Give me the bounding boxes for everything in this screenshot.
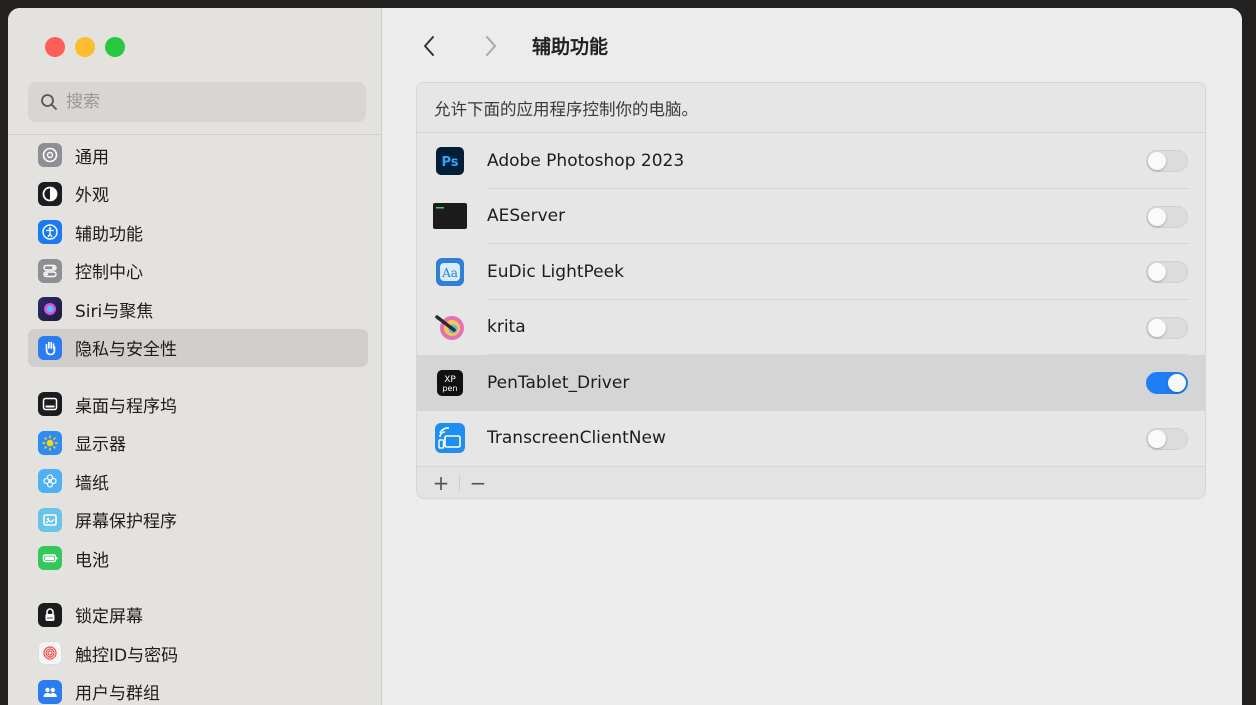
control-center-icon	[38, 258, 62, 283]
sidebar-item-privacy[interactable]: 隐私与安全性	[28, 328, 368, 367]
add-button[interactable]: +	[429, 471, 453, 495]
screensaver-icon	[38, 507, 62, 532]
app-row-photoshop[interactable]: Ps Adobe Photoshop 2023	[417, 133, 1205, 189]
sidebar-item-appearance[interactable]: 外观	[28, 175, 368, 214]
svg-text:pen: pen	[442, 384, 457, 393]
fingerprint-icon	[38, 641, 62, 666]
xppen-icon: XP pen	[433, 366, 467, 400]
panel-description: 允许下面的应用程序控制你的电脑。	[417, 83, 1205, 133]
minimize-button[interactable]	[75, 37, 95, 57]
sidebar-divider	[8, 134, 381, 135]
sidebar-item-label: 辅助功能	[75, 224, 143, 245]
sidebar-item-label: 墙纸	[75, 473, 109, 494]
search-field[interactable]	[28, 82, 366, 122]
app-name: EuDic LightPeek	[487, 261, 624, 282]
photoshop-icon: Ps	[433, 144, 467, 178]
apps-panel: 允许下面的应用程序控制你的电脑。 Ps Adobe Photoshop 2023…	[416, 82, 1206, 499]
app-row-transcreen[interactable]: TranscreenClientNew	[417, 411, 1205, 467]
brightness-icon	[38, 430, 62, 455]
app-row-eudic[interactable]: Aa EuDic LightPeek	[417, 244, 1205, 300]
sidebar-item-label: 桌面与程序坞	[75, 396, 177, 417]
siri-icon	[38, 297, 62, 322]
permission-toggle[interactable]	[1146, 261, 1188, 283]
sidebar-item-label: 锁定屏幕	[75, 607, 143, 628]
terminal-icon	[433, 199, 467, 233]
sidebar-item-siri[interactable]: Siri与聚焦	[28, 290, 368, 329]
sidebar-item-control-center[interactable]: 控制中心	[28, 252, 368, 291]
sidebar-item-label: 用户与群组	[75, 684, 160, 705]
sidebar-item-lock-screen[interactable]: 锁定屏幕	[28, 596, 368, 635]
permission-toggle[interactable]	[1146, 316, 1188, 339]
search-input[interactable]	[66, 92, 346, 112]
sidebar-item-label: 显示器	[75, 435, 126, 456]
hand-icon	[38, 335, 62, 360]
permission-toggle[interactable]	[1146, 372, 1188, 394]
app-name: krita	[487, 317, 526, 338]
sidebar-item-label: 控制中心	[75, 263, 143, 284]
lock-icon	[38, 602, 62, 627]
sidebar-item-label: 外观	[75, 186, 109, 207]
back-button[interactable]	[418, 33, 440, 59]
permission-toggle[interactable]	[1146, 150, 1188, 172]
svg-text:Ps: Ps	[441, 155, 458, 170]
dock-icon	[38, 392, 62, 417]
footer-divider	[459, 473, 460, 492]
eudic-icon: Aa	[433, 255, 467, 289]
flower-icon	[38, 469, 62, 494]
sidebar-item-touch-id[interactable]: 触控ID与密码	[28, 634, 368, 673]
remove-button[interactable]: −	[466, 471, 490, 495]
permission-toggle[interactable]	[1146, 205, 1188, 228]
sidebar: 通用 外观 辅助功能 控制中心	[8, 8, 382, 705]
search-icon	[41, 94, 57, 110]
users-icon	[38, 679, 62, 704]
sidebar-list: 通用 外观 辅助功能 控制中心 Siri与聚焦 隐私与安全性 桌面与程序坞 显示…	[28, 136, 368, 705]
sidebar-item-accessibility[interactable]: 辅助功能	[28, 213, 368, 252]
close-button[interactable]	[45, 37, 65, 57]
app-row-krita[interactable]: krita	[417, 300, 1205, 356]
accessibility-icon	[38, 220, 62, 245]
sidebar-item-desktop-dock[interactable]: 桌面与程序坞	[28, 385, 368, 424]
transcreen-icon	[433, 421, 467, 455]
sidebar-item-label: 隐私与安全性	[75, 340, 177, 361]
krita-icon	[433, 310, 467, 344]
appearance-icon	[38, 181, 62, 206]
app-row-aeserver[interactable]: AEServer	[417, 189, 1205, 245]
sidebar-item-label: Siri与聚焦	[75, 301, 154, 322]
sidebar-item-battery[interactable]: 电池	[28, 539, 368, 578]
forward-button[interactable]	[480, 33, 502, 59]
app-row-pentablet[interactable]: XP pen PenTablet_Driver	[417, 355, 1205, 411]
sidebar-item-label: 屏幕保护程序	[75, 512, 177, 533]
app-name: AEServer	[487, 206, 566, 227]
battery-icon	[38, 546, 62, 571]
sidebar-item-general[interactable]: 通用	[28, 136, 368, 175]
gear-icon	[38, 143, 62, 168]
app-name: Adobe Photoshop 2023	[487, 150, 685, 171]
sidebar-item-label: 触控ID与密码	[75, 645, 179, 666]
chevron-left-icon	[424, 36, 434, 56]
settings-window: 通用 外观 辅助功能 控制中心	[8, 8, 1242, 705]
permission-toggle[interactable]	[1146, 427, 1188, 450]
app-name: PenTablet_Driver	[487, 372, 630, 393]
app-name: TranscreenClientNew	[487, 428, 666, 449]
chevron-right-icon	[486, 36, 496, 56]
sidebar-item-screensaver[interactable]: 屏幕保护程序	[28, 501, 368, 540]
sidebar-item-label: 电池	[75, 550, 109, 571]
page-title: 辅助功能	[532, 36, 609, 58]
svg-text:Aa: Aa	[441, 266, 458, 280]
panel-footer: + −	[417, 466, 1205, 498]
sidebar-item-wallpaper[interactable]: 墙纸	[28, 462, 368, 501]
sidebar-item-displays[interactable]: 显示器	[28, 424, 368, 463]
sidebar-item-users-groups[interactable]: 用户与群组	[28, 673, 368, 705]
zoom-button[interactable]	[105, 37, 125, 57]
sidebar-item-label: 通用	[75, 147, 109, 168]
main-content: 辅助功能 允许下面的应用程序控制你的电脑。 Ps Adobe Photoshop…	[382, 8, 1242, 705]
window-controls	[45, 37, 125, 57]
